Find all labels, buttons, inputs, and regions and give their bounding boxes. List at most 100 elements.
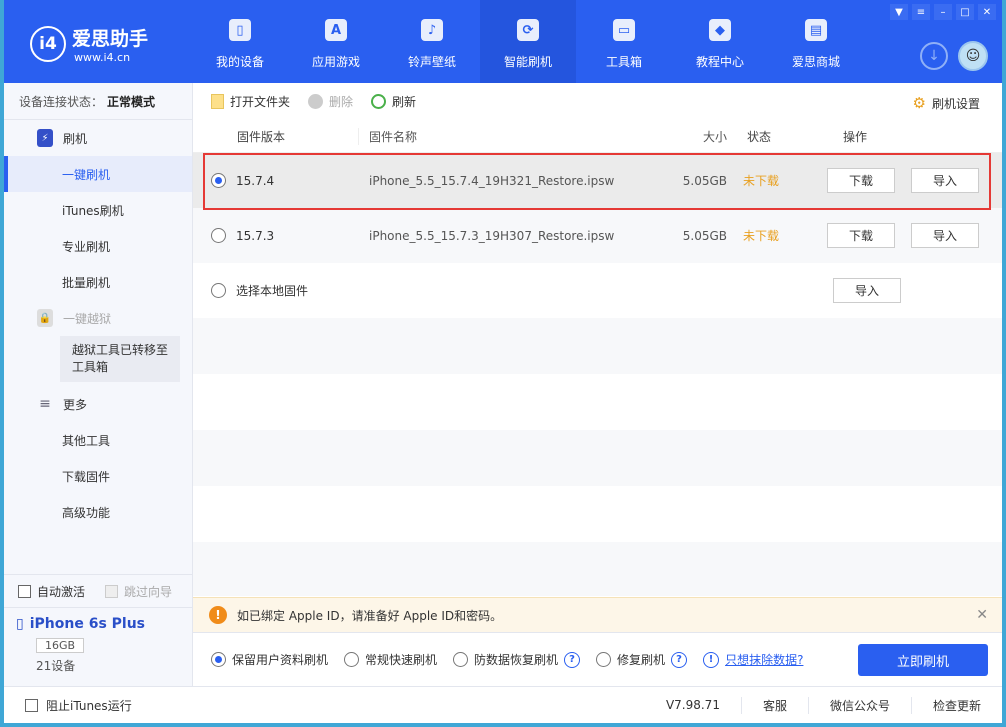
toolbox-icon: ▭ [613,19,635,41]
footer: 阻止iTunes运行 V7.98.71 客服 微信公众号 检查更新 [4,686,1002,723]
help-icon[interactable]: ? [671,651,688,668]
status-value: 正常模式 [107,94,156,109]
maximize-icon[interactable]: □ [956,4,974,20]
delete-button[interactable]: 删除 [308,93,353,110]
sidebar-item-pro-flash[interactable]: 专业刷机 [4,228,192,264]
quick-flash-label: 常规快速刷机 [365,653,438,667]
repair-flash-label: 修复刷机 [617,653,666,667]
logo-icon: i4 [30,26,66,62]
refresh-button[interactable]: 刷新 [371,93,416,110]
version: 15.7.3 [236,228,275,243]
label: 刷新 [392,95,417,109]
group-label: 更多 [63,397,88,412]
import-local-button[interactable]: 导入 [833,278,901,303]
jailbreak-tip: 越狱工具已转移至工具箱 [60,336,180,382]
size: 5.05GB [682,228,727,243]
check-update-link[interactable]: 检查更新 [910,696,1002,714]
table-header: 固件版本 固件名称 大小 状态 操作 [193,120,1002,153]
col-status: 状态 [747,129,772,144]
gear-icon: ⚙ [912,94,926,112]
sidebar-item-itunes-flash[interactable]: iTunes刷机 [4,192,192,228]
menu-icon[interactable]: ≡ [912,4,930,20]
connection-status: 设备连接状态： 正常模式 [4,83,192,120]
nav-label: 应用游戏 [311,55,360,69]
close-icon[interactable]: ✕ [978,4,996,20]
logo: i4 爱思助手 www.i4.cn [30,24,148,64]
flash-now-button[interactable]: 立即刷机 [858,644,988,676]
import-button[interactable]: 导入 [911,223,979,248]
wechat-link[interactable]: 微信公众号 [807,696,911,714]
group-label: 刷机 [63,131,88,146]
nav-label: 爱思商城 [791,55,840,69]
download-icon[interactable]: ↓ [920,42,948,70]
skin-icon[interactable]: ▼ [890,4,908,20]
notice-bar: ! 如已绑定 Apple ID，请准备好 Apple ID和密码。 ✕ [193,597,1002,632]
col-version: 固件版本 [193,127,359,145]
close-icon[interactable]: ✕ [976,607,988,623]
nav-my-device[interactable]: ▯ 我的设备 [192,0,288,83]
repair-flash-radio[interactable] [596,652,612,667]
status-label: 设备连接状态： [19,94,104,109]
open-folder-button[interactable]: 打开文件夹 [211,93,290,110]
window-controls: ▼ ≡ – □ ✕ [890,4,996,20]
anti-recovery-radio[interactable] [453,652,469,667]
local-firmware-label: 选择本地固件 [236,284,309,298]
nav-label: 智能刷机 [503,55,552,69]
keep-data-radio[interactable] [211,652,226,667]
toolbar: 打开文件夹 删除 刷新 ⚙ 刷机设置 [193,83,1002,120]
header: i4 爱思助手 www.i4.cn ▯ 我的设备 A 应用游戏 ♪ 铃声壁纸 ⟳ 智能刷机… [4,0,1002,83]
sidebar: 设备连接状态： 正常模式 ⚡ 刷机 一键刷机 iTunes刷机 专业刷机 批量刷机 … [4,83,193,686]
sidebar-item-download-firmware[interactable]: 下载固件 [4,458,192,494]
erase-data-link[interactable]: 只想抹除数据? [725,651,803,668]
nav-label: 教程中心 [695,55,744,69]
nav-smart-flash[interactable]: ⟳ 智能刷机 [480,0,576,83]
list-icon: ≡ [39,396,51,412]
sidebar-item-other-tools[interactable]: 其他工具 [4,422,192,458]
minimize-icon[interactable]: – [934,4,952,20]
phone-icon: ▯ [229,19,251,41]
block-itunes-label: 阻止iTunes运行 [46,698,132,713]
nav-ringtones[interactable]: ♪ 铃声壁纸 [384,0,480,83]
sidebar-item-advanced[interactable]: 高级功能 [4,494,192,530]
table-row[interactable]: 15.7.3 iPhone_5.5_15.7.3_19H307_Restore.… [193,208,1002,263]
highlight-box [203,153,991,210]
col-action: 操作 [843,129,868,144]
auto-activate-label: 自动激活 [37,584,86,599]
col-size: 大小 [702,129,727,144]
lock-icon: 🔒 [37,309,53,327]
notice-text: 如已绑定 Apple ID，请准备好 Apple ID和密码。 [237,608,503,623]
anti-recovery-label: 防数据恢复刷机 [474,653,559,667]
delete-icon [308,94,324,109]
block-itunes-checkbox[interactable] [25,698,38,712]
local-firmware-radio[interactable] [211,283,226,298]
nav-tutorials[interactable]: ◆ 教程中心 [672,0,768,83]
phone-icon: ▯ [16,616,24,632]
nav-apps[interactable]: A 应用游戏 [288,0,384,83]
logo-url: www.i4.cn [74,51,131,64]
avatar[interactable]: ☺ [958,41,988,71]
nav-label: 铃声壁纸 [407,55,456,69]
nav-toolbox[interactable]: ▭ 工具箱 [576,0,672,83]
local-firmware-row[interactable]: 选择本地固件 导入 [193,263,1002,318]
empty-row [193,486,1002,542]
nav-label: 工具箱 [605,55,642,69]
auto-activate-checkbox[interactable] [18,584,31,598]
sidebar-group-flash: ⚡ 刷机 [4,120,192,156]
skip-guide-label: 跳过向导 [124,584,173,599]
flash-settings-button[interactable]: ⚙ 刷机设置 [913,94,980,112]
download-button[interactable]: 下载 [827,223,895,248]
help-icon[interactable]: ? [564,651,581,668]
support-link[interactable]: 客服 [740,696,808,714]
sidebar-item-one-click-flash[interactable]: 一键刷机 [4,156,192,192]
firmware-name: iPhone_5.5_15.7.3_19H307_Restore.ipsw [369,228,615,243]
label: 打开文件夹 [230,95,291,109]
firmware-radio[interactable] [211,228,226,243]
skip-guide-checkbox[interactable] [105,584,119,598]
sidebar-item-batch-flash[interactable]: 批量刷机 [4,264,192,300]
folder-icon [211,94,224,109]
nav-store[interactable]: ▤ 爱思商城 [768,0,864,83]
main-panel: 打开文件夹 删除 刷新 ⚙ 刷机设置 固件版本 固件名称 大小 状态 操作 15.… [193,83,1002,596]
quick-flash-radio[interactable] [344,652,360,667]
label: 刷机设置 [931,96,980,111]
device-count: 21设备 [36,659,76,673]
